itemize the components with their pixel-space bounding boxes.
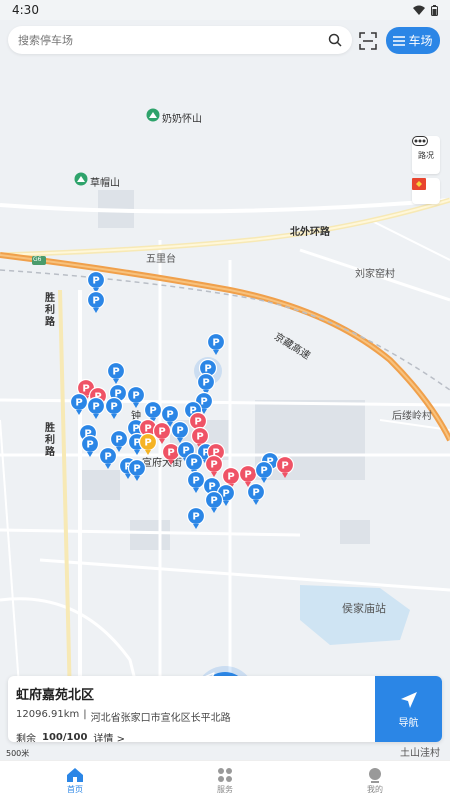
parking-lot-address: 河北省张家口市宣化区长平北路 <box>90 713 231 724</box>
tab-service-label: 服务 <box>217 784 233 794</box>
parking-lot-distance: 12096.91km <box>16 709 80 720</box>
parking-lot-info[interactable]: 虹府嘉苑北区 12096.91km | 河北省张家口市宣化区长平北路 剩余 10… <box>8 676 375 742</box>
tab-mine[interactable]: 我的 <box>300 761 450 800</box>
address-separator: | <box>83 709 87 720</box>
search-bar[interactable] <box>8 26 352 54</box>
navigate-label: 导航 <box>398 717 419 729</box>
parking-lot-list-button[interactable]: 车场 <box>386 27 440 54</box>
remain-value: 100/100 <box>42 732 88 742</box>
traffic-button[interactable]: 路况 <box>412 136 440 174</box>
app-screen: 4:30 奶奶怀山 草帽山 北外环路 五里台 刘家窑村 京藏高速 胜利路 胜利路… <box>0 0 450 800</box>
map-scale: 500米 <box>6 749 30 758</box>
parking-lot-address-row: 12096.91km | 河北省张家口市宣化区长平北路 <box>16 709 367 724</box>
tab-home[interactable]: 首页 <box>0 761 150 800</box>
tab-home-label: 首页 <box>67 784 83 794</box>
parking-pin[interactable] <box>138 432 158 456</box>
flag-button[interactable] <box>412 178 440 204</box>
grid-icon <box>218 767 232 782</box>
parking-pin[interactable] <box>161 442 181 466</box>
search-input[interactable] <box>18 33 328 47</box>
parking-lot-name: 虹府嘉苑北区 <box>16 688 95 703</box>
parking-pin[interactable] <box>204 454 224 478</box>
parking-lot-card[interactable]: 虹府嘉苑北区 12096.91km | 河北省张家口市宣化区长平北路 剩余 10… <box>8 676 442 742</box>
parking-pin[interactable] <box>109 410 129 453</box>
parking-pin[interactable] <box>126 366 146 409</box>
tab-mine-label: 我的 <box>367 784 383 794</box>
status-bar: 4:30 <box>0 0 450 20</box>
home-icon <box>67 767 83 782</box>
parking-pin[interactable] <box>160 385 180 428</box>
battery-icon <box>431 4 438 16</box>
parking-pin[interactable] <box>186 487 206 530</box>
lot-button-label: 车场 <box>408 34 433 48</box>
navigation-arrow-icon <box>400 691 417 708</box>
status-time: 4:30 <box>12 3 39 17</box>
traffic-icon <box>412 136 428 146</box>
navigate-button[interactable]: 导航 <box>375 676 442 742</box>
parking-pin[interactable] <box>275 455 295 479</box>
parking-pin[interactable] <box>143 381 163 424</box>
traffic-label: 路况 <box>418 150 434 160</box>
parking-pin[interactable] <box>206 313 226 356</box>
parking-pins-layer: P P P <box>69 251 295 530</box>
detail-link[interactable]: 详情 > <box>93 730 125 742</box>
flag-icon <box>412 178 426 190</box>
search-icon[interactable] <box>328 33 342 47</box>
menu-icon <box>393 35 406 46</box>
map-view[interactable]: 奶奶怀山 草帽山 北外环路 五里台 刘家窑村 京藏高速 胜利路 胜利路 G6 后… <box>0 60 450 760</box>
scan-icon[interactable] <box>357 30 379 52</box>
parking-pin[interactable] <box>86 251 106 294</box>
remain-label: 剩余 <box>16 734 36 742</box>
bottom-nav: 首页 服务 我的 <box>0 760 450 800</box>
profile-icon <box>369 767 381 783</box>
parking-pin[interactable] <box>106 342 126 385</box>
wifi-icon <box>413 5 425 15</box>
tab-service[interactable]: 服务 <box>150 761 300 800</box>
parking-lot-remain-row: 剩余 100/100 详情 > <box>16 730 367 742</box>
status-icons <box>413 4 438 16</box>
